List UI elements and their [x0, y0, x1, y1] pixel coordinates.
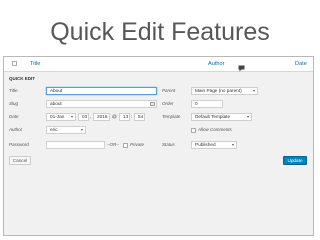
date-at: @ — [112, 114, 117, 119]
status-select[interactable]: Published ▾ — [191, 141, 237, 149]
date-month-select[interactable]: 01-Jan ▾ — [46, 113, 76, 121]
status-label: Status — [162, 142, 175, 147]
date-month-value: 01-Jan — [50, 114, 65, 119]
date-day-field[interactable]: 03 — [78, 113, 89, 121]
template-value: Default Template — [195, 114, 231, 119]
date-hour-field[interactable]: 13 — [119, 113, 130, 121]
comment-bubble-icon[interactable] — [238, 59, 245, 72]
password-field[interactable] — [46, 141, 105, 149]
author-select[interactable]: eric ▾ — [46, 126, 86, 134]
order-field[interactable]: 0 — [191, 100, 223, 108]
title-label: Title — [9, 88, 18, 93]
title-field[interactable]: About — [46, 87, 157, 95]
date-comma: , — [90, 114, 92, 119]
private-checkbox[interactable] — [123, 143, 128, 148]
update-button[interactable]: Update — [283, 156, 307, 165]
wordpress-screenshot: Title Author Date QUICK EDIT Title About… — [3, 56, 314, 236]
status-value: Published — [195, 142, 216, 147]
chevron-down-icon: ▾ — [246, 114, 249, 119]
order-label: Order — [162, 101, 174, 106]
date-column-header[interactable]: Date — [295, 60, 307, 68]
template-label: Template — [162, 114, 181, 119]
private-label: Private — [130, 142, 145, 147]
cancel-button[interactable]: Cancel — [9, 156, 31, 165]
allow-comments-checkbox[interactable] — [191, 128, 196, 133]
title-column-header[interactable]: Title — [30, 60, 40, 68]
chevron-down-icon: ▾ — [70, 114, 73, 119]
chevron-down-icon: ▾ — [80, 127, 83, 132]
slide-title: Quick Edit Features — [50, 18, 270, 46]
chevron-down-icon: ▾ — [231, 142, 234, 147]
date-year-field[interactable]: 2016 — [93, 113, 110, 121]
parent-label: Parent — [162, 88, 176, 93]
parent-value: Main Page (no parent) — [195, 88, 242, 93]
template-select[interactable]: Default Template ▾ — [191, 113, 252, 121]
date-colon: : — [131, 114, 133, 119]
slug-field[interactable]: about — [46, 100, 157, 108]
password-label: Password — [9, 142, 29, 147]
select-all-checkbox[interactable] — [12, 61, 17, 66]
or-text: –OR– — [107, 142, 119, 147]
chevron-down-icon: ▾ — [252, 88, 255, 93]
parent-select[interactable]: Main Page (no parent) ▾ — [191, 87, 258, 95]
author-value: eric — [50, 127, 58, 132]
quick-edit-heading: QUICK EDIT — [9, 76, 36, 81]
keyboard-icon — [150, 102, 155, 106]
author-column-header[interactable]: Author — [208, 60, 224, 68]
date-minute-field[interactable]: 54 — [134, 113, 145, 121]
date-label: Date — [9, 114, 19, 119]
list-header-row: Title Author Date — [4, 57, 313, 72]
allow-comments-label: Allow Comments — [198, 127, 232, 132]
slug-label: Slug — [9, 101, 19, 106]
author-label: Author — [9, 127, 23, 132]
